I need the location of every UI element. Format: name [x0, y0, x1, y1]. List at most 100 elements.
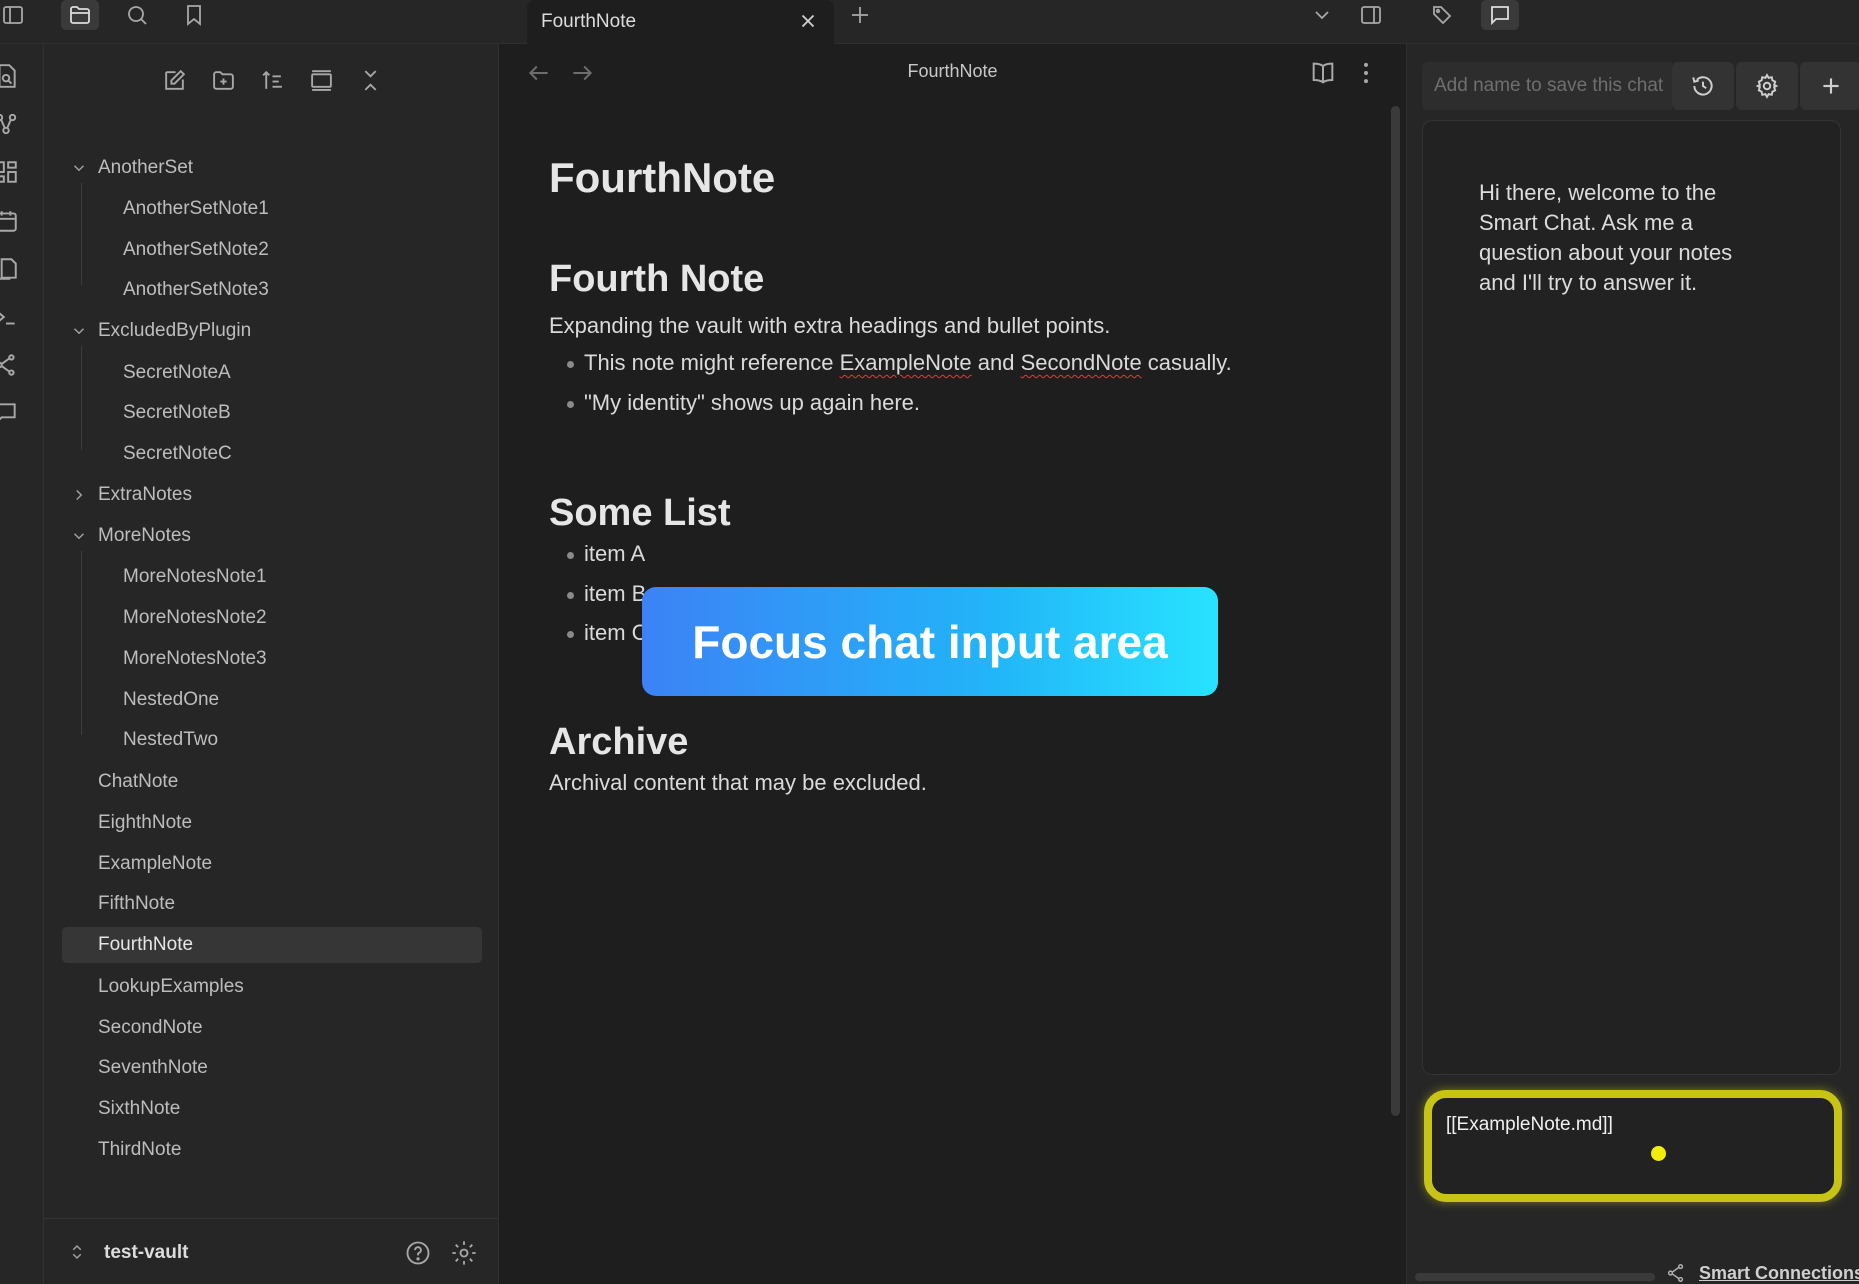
file-label: FifthNote [98, 893, 176, 914]
file-item-lookupexamples[interactable]: LookupExamples [62, 969, 482, 1005]
command-palette-icon[interactable] [0, 302, 22, 332]
more-options-icon[interactable] [1352, 59, 1380, 87]
settings-gear-icon[interactable] [450, 1239, 478, 1267]
file-label: ExampleNote [98, 853, 213, 874]
file-label: NestedOne [123, 689, 220, 710]
file-item-seventhnote[interactable]: SeventhNote [62, 1050, 482, 1086]
reading-view-book-icon[interactable] [1309, 59, 1337, 87]
file-label: AnotherSetNote1 [123, 198, 269, 219]
toggle-left-sidebar-icon[interactable] [0, 0, 32, 30]
open-quick-switcher-icon[interactable] [0, 61, 22, 91]
panel-horizontal-scrollbar[interactable] [1415, 1273, 1655, 1281]
file-item-secondnote[interactable]: SecondNote [62, 1010, 482, 1046]
editor-header-title[interactable]: FourthNote [500, 61, 1405, 82]
file-item-morenotesnote3[interactable]: MoreNotesNote3 [62, 641, 482, 677]
file-label: MoreNotesNote3 [123, 648, 267, 669]
file-item-anothersetnote2[interactable]: AnotherSetNote2 [62, 232, 482, 268]
tab-list-chevron-down-icon[interactable] [1303, 0, 1341, 30]
new-tab-plus-icon[interactable] [841, 0, 879, 30]
daily-note-calendar-icon[interactable] [0, 206, 22, 236]
smart-chat-panel: Add name to save this chat Hi there, wel… [1406, 44, 1859, 1284]
file-label: SecretNoteA [123, 362, 231, 383]
vault-switcher[interactable]: test-vault [44, 1218, 499, 1284]
templates-icon[interactable] [0, 254, 22, 284]
chat-messages: Hi there, welcome to the Smart Chat. Ask… [1422, 120, 1841, 1075]
file-item-nestedtwo[interactable]: NestedTwo [62, 722, 482, 758]
smart-connections-logo-icon [1667, 1264, 1684, 1282]
file-item-chatnote[interactable]: ChatNote [62, 764, 482, 800]
file-item-secretnotec[interactable]: SecretNoteC [62, 436, 482, 472]
file-item-fifthnote[interactable]: FifthNote [62, 886, 482, 922]
file-item-fourthnote[interactable]: FourthNote [62, 927, 482, 963]
file-label: NestedTwo [123, 729, 219, 750]
chat-input-area[interactable]: [[ExampleNote.md]] [1424, 1090, 1842, 1202]
new-folder-icon[interactable] [207, 64, 239, 96]
bookmark-icon[interactable] [175, 0, 213, 30]
new-note-icon[interactable] [158, 64, 190, 96]
inline-title[interactable]: FourthNote [549, 154, 775, 202]
list-item: item B [549, 581, 646, 607]
chevron-down-icon [73, 328, 85, 335]
file-item-eighthnote[interactable]: EighthNote [62, 805, 482, 841]
folder-label: MoreNotes [98, 525, 191, 546]
close-tab-icon[interactable] [796, 9, 820, 33]
file-label: MoreNotesNote1 [123, 566, 267, 587]
tab-title: FourthNote [541, 11, 637, 32]
list-item: item C [549, 620, 648, 646]
file-item-secretnoteb[interactable]: SecretNoteB [62, 395, 482, 431]
chevron-updown-icon [72, 1244, 82, 1260]
link-examplenote[interactable]: ExampleNote [840, 350, 972, 375]
editor-header: FourthNote [500, 44, 1405, 102]
file-item-sixthnote[interactable]: SixthNote [62, 1091, 482, 1127]
tab-fourthnote[interactable]: FourthNote [527, 0, 834, 44]
help-icon[interactable] [404, 1239, 432, 1267]
search-icon[interactable] [118, 0, 156, 30]
bullet-reference: This note might reference ExampleNote an… [549, 350, 1232, 376]
history-icon [1692, 76, 1713, 96]
file-label: ThirdNote [98, 1139, 182, 1160]
plus-icon [1823, 78, 1839, 94]
file-item-morenotesnote2[interactable]: MoreNotesNote2 [62, 600, 482, 636]
file-item-thirdnote[interactable]: ThirdNote [62, 1132, 482, 1168]
file-item-morenotesnote1[interactable]: MoreNotesNote1 [62, 559, 482, 595]
graph-view-icon[interactable] [0, 109, 22, 139]
file-label: AnotherSetNote2 [123, 239, 269, 260]
title-bar: FourthNote [0, 0, 1859, 44]
new-chat-button[interactable] [1800, 62, 1859, 110]
folder-item-excludedbyplugin[interactable]: ExcludedByPlugin [62, 313, 482, 349]
file-item-examplenote[interactable]: ExampleNote [62, 846, 482, 882]
canvas-icon[interactable] [0, 157, 22, 187]
toggle-right-sidebar-icon[interactable] [1352, 0, 1390, 30]
file-item-anothersetnote3[interactable]: AnotherSetNote3 [62, 272, 482, 308]
auto-reveal-icon[interactable] [305, 64, 337, 96]
file-item-anothersetnote1[interactable]: AnotherSetNote1 [62, 191, 482, 227]
chat-history-button[interactable] [1672, 62, 1734, 110]
file-item-secretnotea[interactable]: SecretNoteA [62, 355, 482, 391]
link-secondnote[interactable]: SecondNote [1021, 350, 1142, 375]
open-chat-icon[interactable] [0, 398, 22, 428]
file-label: FourthNote [98, 934, 194, 955]
chat-name-input[interactable]: Add name to save this chat [1422, 62, 1672, 110]
editor-scrollbar[interactable] [1391, 106, 1400, 1116]
smart-connections-icon[interactable] [0, 350, 22, 380]
file-label: SecretNoteC [123, 443, 232, 464]
folder-item-morenotes[interactable]: MoreNotes [62, 518, 482, 554]
smart-connections-link[interactable]: Smart Connections [1699, 1263, 1859, 1284]
heading-archive: Archive [549, 721, 689, 763]
chat-settings-button[interactable] [1736, 62, 1798, 110]
file-label: SeventhNote [98, 1057, 208, 1078]
gear-icon [1755, 73, 1779, 99]
left-ribbon [0, 44, 44, 1284]
chat-panel-icon[interactable] [1481, 0, 1519, 30]
sort-order-icon[interactable] [256, 64, 288, 96]
folder-item-anotherset[interactable]: AnotherSet [62, 150, 482, 186]
click-indicator-dot [1651, 1146, 1666, 1161]
files-tab-folder-icon[interactable] [61, 0, 99, 30]
tags-icon[interactable] [1424, 0, 1462, 30]
file-item-nestedone[interactable]: NestedOne [62, 682, 482, 718]
collapse-all-icon[interactable] [354, 64, 386, 96]
folder-item-extranotes[interactable]: ExtraNotes [62, 477, 482, 513]
file-label: SecretNoteB [123, 402, 231, 423]
intro-paragraph: Expanding the vault with extra headings … [549, 313, 1111, 338]
file-label: AnotherSetNote3 [123, 279, 269, 300]
